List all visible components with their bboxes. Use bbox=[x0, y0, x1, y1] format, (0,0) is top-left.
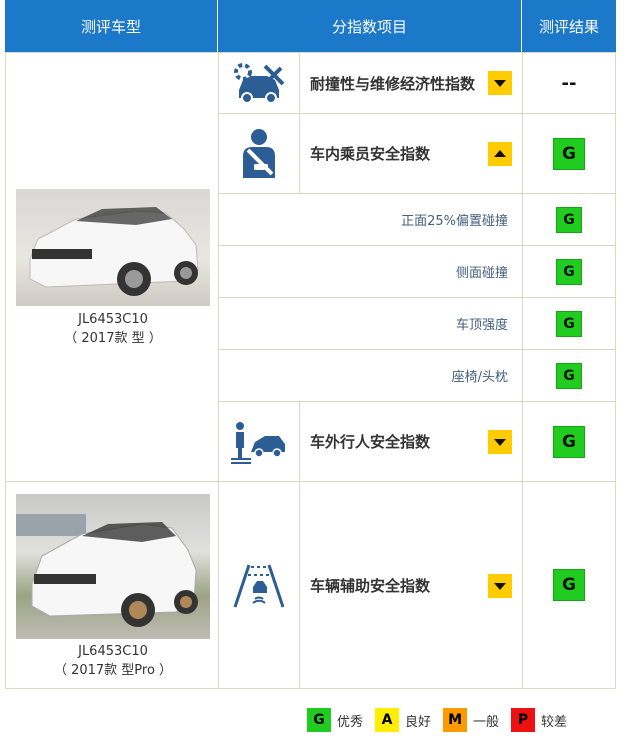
sub-grade-side: G bbox=[556, 258, 582, 285]
pedestrian-label: 车外行人安全指数 bbox=[310, 433, 431, 451]
legend-box-m: M bbox=[443, 708, 468, 732]
sub-result-roof-cell: G bbox=[522, 297, 616, 350]
car-photo-2 bbox=[16, 494, 210, 639]
pedestrian-result-cell: G bbox=[522, 401, 616, 482]
header-result: 测评结果 bbox=[522, 0, 616, 52]
legend-label-g: 优秀 bbox=[337, 714, 364, 730]
car-image-2 bbox=[16, 514, 198, 627]
header-subindex: 分指数项目 bbox=[218, 0, 522, 52]
header-result-label: 测评结果 bbox=[538, 17, 599, 36]
sub-grade-seat: G bbox=[556, 362, 582, 389]
car-caption-2: JL6453C10 （ 2017款 型Pro ） bbox=[6, 642, 220, 680]
repair-expand-toggle[interactable] bbox=[488, 71, 512, 95]
car-year-2: （ 2017款 型Pro ） bbox=[53, 663, 173, 678]
repair-row[interactable]: 耐撞性与维修经济性指数 bbox=[299, 52, 523, 114]
sub-label-side: 侧面碰撞 bbox=[455, 266, 508, 281]
sub-label-roof: 车顶强度 bbox=[455, 318, 508, 333]
occupant-result-cell: G bbox=[522, 113, 616, 194]
repair-result-cell: -- bbox=[522, 52, 616, 114]
legend-label-a: 良好 bbox=[405, 714, 432, 730]
legend-item-a: A 良好 bbox=[375, 708, 431, 732]
occupant-row[interactable]: 车内乘员安全指数 bbox=[299, 113, 523, 194]
sub-label-frontal: 正面25%偏置碰撞 bbox=[401, 214, 508, 229]
assist-label: 车辆辅助安全指数 bbox=[310, 576, 431, 595]
sub-result-frontal-cell: G bbox=[522, 193, 616, 246]
header-vehicle: 测评车型 bbox=[5, 0, 218, 52]
car-cell-2: JL6453C10 （ 2017款 型Pro ） bbox=[5, 481, 219, 689]
legend-label-p: 较差 bbox=[541, 714, 568, 730]
lane-assist-icon bbox=[233, 564, 285, 608]
car-cell-1: JL6453C10 （ 2017款 型 ） bbox=[5, 52, 219, 482]
occupant-label: 车内乘员安全指数 bbox=[310, 145, 431, 163]
occupant-grade-badge: G bbox=[553, 137, 585, 170]
legend-box-g: G bbox=[307, 708, 331, 732]
repair-result: -- bbox=[561, 72, 577, 94]
assist-icon-cell bbox=[218, 481, 300, 689]
legend-box-a: A bbox=[375, 708, 400, 732]
header-vehicle-label: 测评车型 bbox=[80, 17, 141, 36]
pedestrian-row[interactable]: 车外行人安全指数 bbox=[299, 401, 523, 482]
header-subindex-label: 分指数项目 bbox=[331, 17, 407, 36]
occupant-collapse-toggle[interactable] bbox=[488, 142, 512, 166]
sub-row-frontal: 正面25%偏置碰撞 bbox=[218, 193, 523, 246]
legend-box-p: P bbox=[511, 708, 536, 732]
pedestrian-expand-toggle[interactable] bbox=[488, 430, 512, 454]
pedestrian-grade-badge: G bbox=[553, 425, 585, 458]
sub-grade-frontal: G bbox=[556, 206, 582, 233]
car-image-1 bbox=[29, 207, 199, 296]
assist-result-cell: G bbox=[522, 481, 616, 689]
legend-item-g: G 优秀 bbox=[307, 708, 363, 732]
sub-grade-roof: G bbox=[556, 310, 582, 337]
sub-row-roof: 车顶强度 bbox=[218, 297, 523, 350]
caret-down-icon bbox=[494, 583, 506, 590]
car-year-1: （ 2017款 型 ） bbox=[64, 331, 162, 346]
seatbelt-person-icon bbox=[243, 128, 275, 178]
pedestrian-car-icon bbox=[231, 421, 285, 464]
grade-legend: G 优秀 A 良好 M 一般 P 较差 bbox=[307, 707, 627, 733]
sub-label-seat: 座椅/头枕 bbox=[451, 370, 508, 385]
legend-label-m: 一般 bbox=[473, 714, 500, 730]
assist-grade-badge: G bbox=[553, 569, 585, 601]
car-model-1: JL6453C10 bbox=[78, 312, 148, 327]
caret-up-icon bbox=[494, 150, 506, 157]
assist-expand-toggle[interactable] bbox=[488, 574, 512, 598]
repair-label: 耐撞性与维修经济性指数 bbox=[310, 74, 476, 93]
caret-down-icon bbox=[494, 80, 506, 87]
repair-icon-cell bbox=[218, 52, 300, 114]
sub-result-seat-cell: G bbox=[522, 349, 616, 402]
sub-row-seat: 座椅/头枕 bbox=[218, 349, 523, 402]
sub-result-side-cell: G bbox=[522, 245, 616, 298]
occupant-icon-cell bbox=[218, 113, 300, 194]
assist-row[interactable]: 车辆辅助安全指数 bbox=[299, 481, 523, 689]
pedestrian-icon-cell bbox=[218, 401, 300, 482]
legend-item-m: M 一般 bbox=[443, 708, 499, 732]
sub-row-side: 侧面碰撞 bbox=[218, 245, 523, 298]
legend-item-p: P 较差 bbox=[511, 708, 567, 732]
caret-down-icon bbox=[494, 439, 506, 446]
wrench-car-icon bbox=[234, 63, 285, 104]
car-caption-1: JL6453C10 （ 2017款 型 ） bbox=[6, 310, 220, 348]
car-photo-1 bbox=[16, 189, 210, 306]
car-model-2: JL6453C10 bbox=[78, 644, 148, 659]
